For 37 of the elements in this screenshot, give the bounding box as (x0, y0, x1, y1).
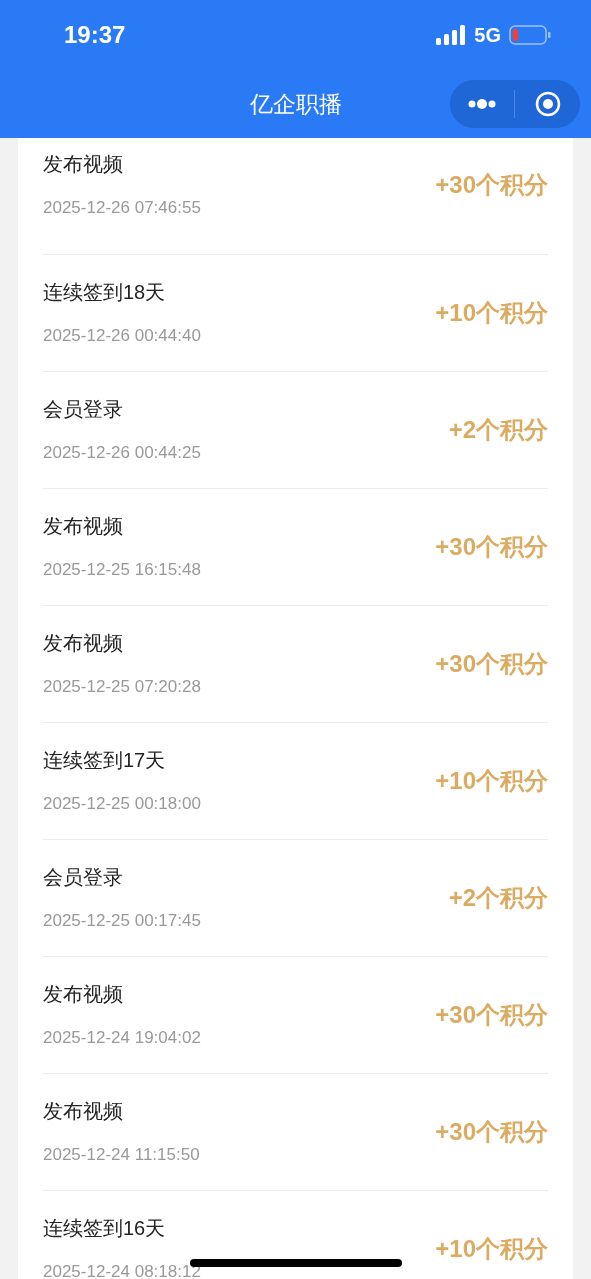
record-time: 2025-12-25 07:20:28 (43, 676, 201, 698)
record-title: 会员登录 (43, 865, 124, 890)
network-label: 5G (474, 23, 501, 48)
points-amount: +10个积分 (435, 298, 548, 328)
points-amount: +30个积分 (435, 649, 548, 679)
record-title: 发布视频 (43, 631, 124, 656)
record-title: 发布视频 (43, 982, 124, 1007)
record-title: 发布视频 (43, 1099, 124, 1124)
record-title: 连续签到18天 (43, 280, 167, 305)
more-icon (467, 99, 497, 109)
record-time: 2025-12-25 00:17:45 (43, 910, 201, 932)
points-amount: +2个积分 (448, 415, 548, 445)
battery-icon (509, 25, 551, 45)
record-title: 连续签到17天 (43, 748, 167, 773)
record-title: 发布视频 (43, 514, 124, 539)
points-amount: +10个积分 (435, 766, 548, 796)
target-icon (534, 91, 561, 117)
points-amount: +30个积分 (435, 532, 548, 562)
points-amount: +30个积分 (435, 1117, 548, 1147)
record-time: 2025-12-26 00:44:25 (43, 442, 201, 464)
record-time: 2025-12-26 00:44:40 (43, 325, 201, 347)
signal-icon (436, 25, 467, 45)
record-time: 2025-12-26 07:46:55 (43, 197, 201, 219)
status-time: 19:37 (64, 20, 126, 50)
points-amount: +30个积分 (435, 170, 548, 200)
points-amount: +2个积分 (448, 883, 548, 913)
record-time: 2025-12-25 16:15:48 (43, 559, 201, 581)
record-time: 2025-12-25 00:18:00 (43, 793, 201, 815)
record-time: 2025-12-24 11:15:50 (43, 1144, 200, 1166)
record-time: 2025-12-24 08:18:12 (43, 1261, 201, 1279)
record-title: 发布视频 (43, 152, 124, 177)
points-amount: +30个积分 (435, 1000, 548, 1030)
record-title: 会员登录 (43, 397, 124, 422)
record-title: 连续签到16天 (43, 1216, 167, 1241)
points-amount: +10个积分 (435, 1234, 548, 1264)
record-time: 2025-12-24 19:04:02 (43, 1027, 201, 1049)
page-title: 亿企职播 (249, 89, 342, 119)
